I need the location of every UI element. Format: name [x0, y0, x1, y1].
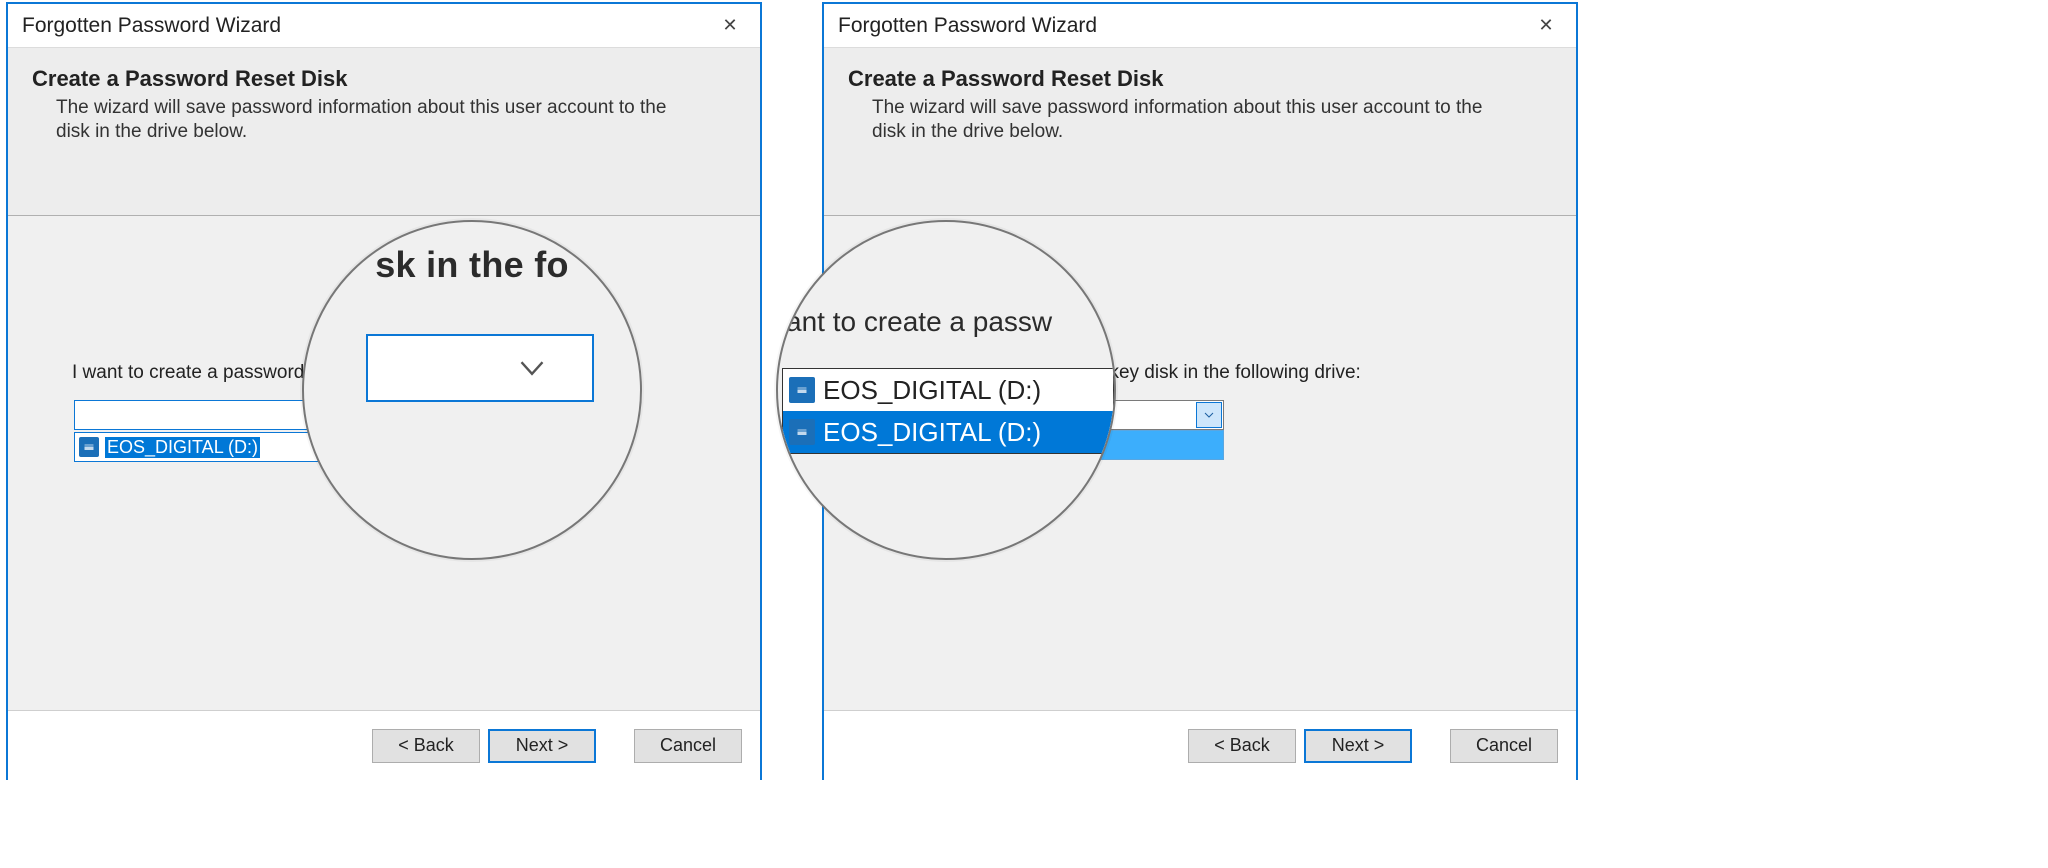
cancel-button[interactable]: Cancel [634, 729, 742, 763]
next-button[interactable]: Next > [1304, 729, 1412, 763]
chevron-down-icon [518, 354, 546, 382]
cancel-button[interactable]: Cancel [1450, 729, 1558, 763]
chevron-down-icon [1196, 402, 1222, 428]
back-button[interactable]: < Back [1188, 729, 1296, 763]
disk-icon [789, 419, 815, 445]
wizard-footer: < Back Next > Cancel [8, 710, 760, 780]
wizard-footer: < Back Next > Cancel [824, 710, 1576, 780]
wizard-header: Create a Password Reset Disk The wizard … [824, 48, 1576, 216]
drive-option[interactable]: EOS_DIGITAL (D:) [783, 369, 1113, 411]
close-button[interactable]: ✕ [1520, 8, 1572, 44]
titlebar: Forgotten Password Wizard ✕ [8, 4, 760, 48]
magnified-dropdown[interactable]: EOS_DIGITAL (D:) EOS_DIGITAL (D:) [782, 368, 1114, 454]
magnifier-lens: sk in the fo [302, 220, 642, 560]
magnified-combobox[interactable] [366, 334, 594, 402]
close-icon: ✕ [722, 15, 737, 36]
disk-icon [79, 437, 99, 457]
magnified-prompt-fragment: ant to create a passw [786, 306, 1052, 338]
disk-icon [789, 377, 815, 403]
titlebar: Forgotten Password Wizard ✕ [824, 4, 1576, 48]
header-title: Create a Password Reset Disk [848, 66, 1552, 92]
next-button[interactable]: Next > [488, 729, 596, 763]
drive-option-label: EOS_DIGITAL (D:) [105, 437, 260, 458]
close-icon: ✕ [1538, 15, 1553, 36]
drive-option-label: EOS_DIGITAL (D:) [823, 417, 1041, 448]
header-title: Create a Password Reset Disk [32, 66, 736, 92]
magnifier-content: ant to create a passw EOS_DIGITAL (D:) E… [778, 222, 1114, 558]
header-desc: The wizard will save password informatio… [848, 96, 1488, 144]
close-button[interactable]: ✕ [704, 8, 756, 44]
window-title: Forgotten Password Wizard [22, 14, 281, 38]
drive-option[interactable]: EOS_DIGITAL (D:) [783, 411, 1113, 453]
magnifier-lens: ant to create a passw EOS_DIGITAL (D:) E… [776, 220, 1116, 560]
magnified-text-fragment: sk in the fo [304, 244, 640, 286]
drive-option-label: EOS_DIGITAL (D:) [823, 375, 1041, 406]
magnifier-content: sk in the fo [304, 222, 640, 558]
back-button[interactable]: < Back [372, 729, 480, 763]
header-desc: The wizard will save password informatio… [32, 96, 672, 144]
wizard-header: Create a Password Reset Disk The wizard … [8, 48, 760, 216]
window-title: Forgotten Password Wizard [838, 14, 1097, 38]
